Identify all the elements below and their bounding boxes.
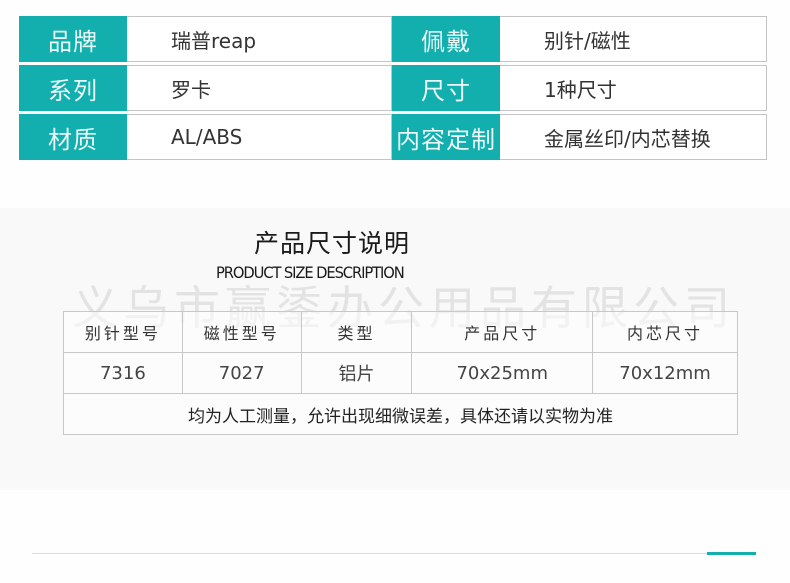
- spec-label: 佩戴: [392, 16, 500, 62]
- spec-value: 罗卡: [127, 65, 392, 111]
- header-cell: 别针型号: [63, 311, 183, 353]
- table-cell: 7027: [181, 352, 302, 394]
- header-cell: 内芯尺寸: [592, 311, 738, 353]
- bottom-divider: [32, 553, 720, 554]
- bottom-divider-accent: [707, 552, 756, 555]
- header-cell: 产品尺寸: [411, 311, 594, 353]
- spec-value: 别针/磁性: [500, 16, 767, 62]
- spec-row-material: 材质 AL/ABS 内容定制 金属丝印/内芯替换: [19, 114, 767, 160]
- spec-value: 1种尺寸: [500, 65, 767, 111]
- spec-value: AL/ABS: [127, 114, 392, 160]
- spec-label: 系列: [19, 65, 127, 111]
- header-cell: 磁性型号: [181, 311, 302, 353]
- table-cell: 70x12mm: [592, 352, 738, 394]
- spec-value: 瑞普reap: [127, 16, 392, 62]
- section-title-cn: 产品尺寸说明: [254, 229, 411, 258]
- table-cell: 70x25mm: [411, 352, 594, 394]
- table-header-row: 别针型号 磁性型号 类型 产品尺寸 内芯尺寸: [63, 311, 738, 353]
- table-row: 7316 7027 铝片 70x25mm 70x12mm: [63, 352, 738, 394]
- measurement-note: 均为人工测量，允许出现细微误差，具体还请以实物为准: [63, 393, 738, 435]
- spec-label: 品牌: [19, 16, 127, 62]
- spec-label: 尺寸: [392, 65, 500, 111]
- spec-row-series: 系列 罗卡 尺寸 1种尺寸: [19, 65, 767, 111]
- table-note-row: 均为人工测量，允许出现细微误差，具体还请以实物为准: [63, 393, 738, 435]
- spec-label: 材质: [19, 114, 127, 160]
- spec-value: 金属丝印/内芯替换: [500, 114, 767, 160]
- table-cell: 7316: [63, 352, 183, 394]
- table-cell: 铝片: [300, 352, 413, 394]
- spec-label: 内容定制: [392, 114, 500, 160]
- header-cell: 类型: [300, 311, 413, 353]
- size-table: 别针型号 磁性型号 类型 产品尺寸 内芯尺寸 7316 7027 铝片 70x2…: [63, 311, 738, 435]
- spec-row-brand: 品牌 瑞普reap 佩戴 别针/磁性: [19, 16, 767, 62]
